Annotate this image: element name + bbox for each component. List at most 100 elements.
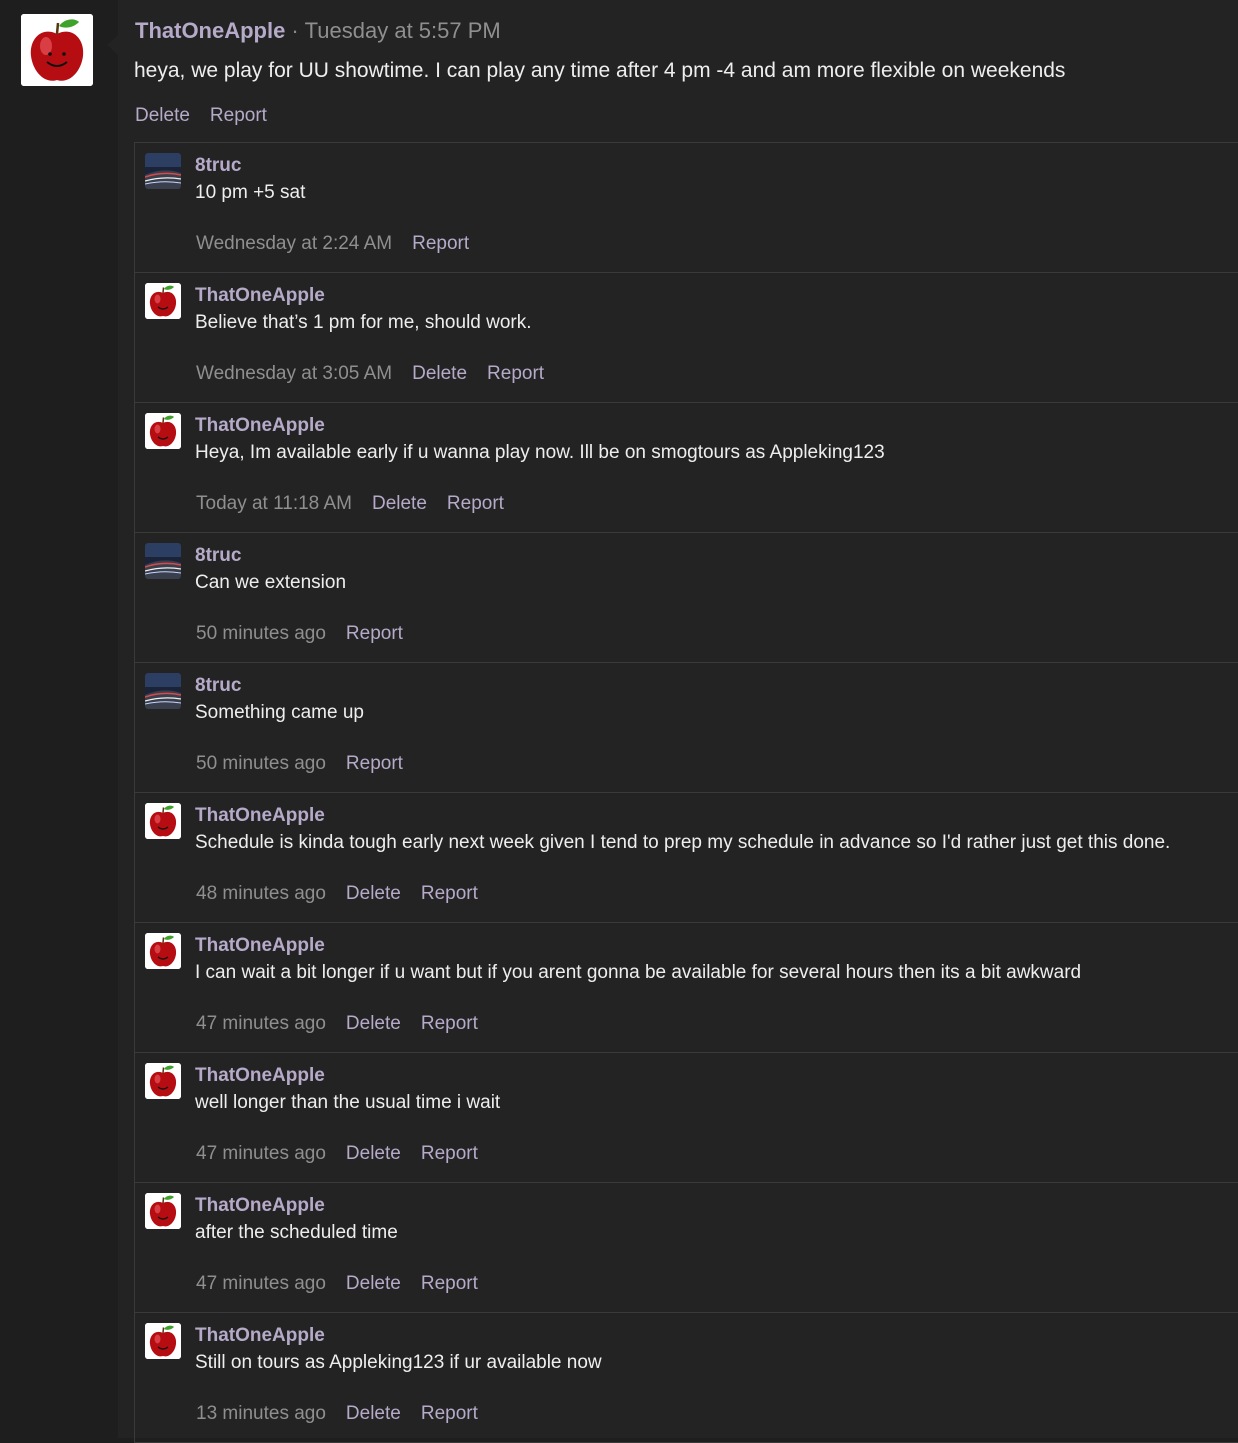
- comment-author-name[interactable]: ThatOneApple: [195, 1065, 325, 1087]
- post-author-avatar[interactable]: [21, 14, 93, 86]
- comment-report-link[interactable]: Report: [487, 363, 544, 384]
- comment-item: ThatOneApple after the scheduled time 47 m…: [135, 1183, 1238, 1313]
- comment-timestamp[interactable]: 47 minutes ago: [196, 1143, 326, 1164]
- comment-timestamp[interactable]: 48 minutes ago: [196, 883, 326, 904]
- comment-item: ThatOneApple Schedule is kinda tough earl…: [135, 793, 1238, 923]
- comment-delete-link[interactable]: Delete: [412, 363, 467, 384]
- comment-item: ThatOneApple Believe that’s 1 pm for me, …: [135, 273, 1238, 403]
- comment-report-link[interactable]: Report: [447, 493, 504, 514]
- comment-report-link[interactable]: Report: [412, 233, 469, 254]
- comment-report-link[interactable]: Report: [346, 623, 403, 644]
- comment-delete-link[interactable]: Delete: [372, 493, 427, 514]
- road-avatar-icon: [145, 153, 181, 189]
- comment-author-name[interactable]: ThatOneApple: [195, 935, 325, 957]
- left-gutter: [0, 0, 118, 1438]
- comment-item: ThatOneApple I can wait a bit longer if u…: [135, 923, 1238, 1053]
- comment-timestamp[interactable]: 47 minutes ago: [196, 1273, 326, 1294]
- comment-text: Heya, Im available early if u wanna play…: [195, 442, 885, 463]
- comment-author-name[interactable]: ThatOneApple: [195, 805, 325, 827]
- comment-report-link[interactable]: Report: [421, 883, 478, 904]
- comment-meta: 50 minutes ago Report: [196, 623, 423, 645]
- comment-author-avatar[interactable]: [145, 1063, 181, 1099]
- apple-avatar-icon: [145, 933, 181, 969]
- comment-timestamp[interactable]: 50 minutes ago: [196, 623, 326, 644]
- comment-text: Something came up: [195, 702, 364, 723]
- comment-timestamp[interactable]: Wednesday at 3:05 AM: [196, 363, 392, 384]
- comment-author-avatar[interactable]: [145, 413, 181, 449]
- comment-delete-link[interactable]: Delete: [346, 1013, 401, 1034]
- comment-author-name[interactable]: ThatOneApple: [195, 285, 325, 307]
- comment-text: Can we extension: [195, 572, 347, 593]
- post-header-separator: ·: [291, 18, 299, 43]
- comment-delete-link[interactable]: Delete: [346, 883, 401, 904]
- comment-meta: 47 minutes ago Delete Report: [196, 1143, 498, 1165]
- apple-avatar-icon: [145, 803, 181, 839]
- comment-item: 8truc 10 pm +5 sat Wednesday at 2:24 AM Rep…: [135, 143, 1238, 273]
- post-timestamp[interactable]: Tuesday at 5:57 PM: [305, 18, 501, 43]
- comment-meta: 50 minutes ago Report: [196, 753, 423, 775]
- comment-timestamp[interactable]: Wednesday at 2:24 AM: [196, 233, 392, 254]
- comment-author-avatar[interactable]: [145, 543, 181, 579]
- comment-text: I can wait a bit longer if u want but if…: [195, 962, 1082, 983]
- comment-text: after the scheduled time: [195, 1222, 398, 1243]
- comment-report-link[interactable]: Report: [346, 753, 403, 774]
- comment-delete-link[interactable]: Delete: [346, 1273, 401, 1294]
- comment-report-link[interactable]: Report: [421, 1143, 478, 1164]
- comment-meta: 13 minutes ago Delete Report: [196, 1403, 498, 1425]
- apple-avatar-icon: [21, 14, 93, 86]
- comment-report-link[interactable]: Report: [421, 1403, 478, 1424]
- comment-report-link[interactable]: Report: [421, 1013, 478, 1034]
- apple-avatar-icon: [145, 283, 181, 319]
- apple-avatar-icon: [145, 413, 181, 449]
- comment-item: ThatOneApple Still on tours as Appleking1…: [135, 1313, 1238, 1443]
- road-avatar-icon: [145, 543, 181, 579]
- comment-item: ThatOneApple Heya, Im available early if …: [135, 403, 1238, 533]
- comment-meta: 48 minutes ago Delete Report: [196, 883, 498, 905]
- comment-text: Believe that’s 1 pm for me, should work.: [195, 312, 532, 333]
- comment-author-avatar[interactable]: [145, 673, 181, 709]
- comment-author-avatar[interactable]: [145, 153, 181, 189]
- comment-meta: 47 minutes ago Delete Report: [196, 1013, 498, 1035]
- comment-meta: Wednesday at 3:05 AM Delete Report: [196, 363, 564, 385]
- comment-author-avatar[interactable]: [145, 803, 181, 839]
- comment-author-name[interactable]: 8truc: [195, 155, 241, 177]
- comment-meta: Today at 11:18 AM Delete Report: [196, 493, 524, 515]
- comment-author-name[interactable]: 8truc: [195, 545, 241, 567]
- post-actions: Delete Report: [135, 105, 287, 127]
- comment-author-name[interactable]: ThatOneApple: [195, 1325, 325, 1347]
- comment-timestamp[interactable]: Today at 11:18 AM: [196, 493, 352, 514]
- post-header: ThatOneApple · Tuesday at 5:57 PM: [135, 18, 501, 44]
- post-author-name[interactable]: ThatOneApple: [135, 18, 285, 43]
- comment-author-name[interactable]: ThatOneApple: [195, 1195, 325, 1217]
- comment-text: Still on tours as Appleking123 if ur ava…: [195, 1352, 602, 1373]
- comment-delete-link[interactable]: Delete: [346, 1403, 401, 1424]
- apple-avatar-icon: [145, 1323, 181, 1359]
- comment-meta: Wednesday at 2:24 AM Report: [196, 233, 489, 255]
- comment-meta: 47 minutes ago Delete Report: [196, 1273, 498, 1295]
- comment-author-avatar[interactable]: [145, 283, 181, 319]
- panel-pointer: [107, 35, 118, 55]
- comment-item: 8truc Can we extension 50 minutes ago Repor…: [135, 533, 1238, 663]
- comment-list: 8truc 10 pm +5 sat Wednesday at 2:24 AM Rep…: [134, 142, 1238, 1443]
- comment-timestamp[interactable]: 47 minutes ago: [196, 1013, 326, 1034]
- comment-text: Schedule is kinda tough early next week …: [195, 832, 1171, 853]
- comment-text: 10 pm +5 sat: [195, 182, 306, 203]
- apple-avatar-icon: [145, 1063, 181, 1099]
- post-message: heya, we play for UU showtime. I can pla…: [134, 59, 1066, 82]
- road-avatar-icon: [145, 673, 181, 709]
- comment-report-link[interactable]: Report: [421, 1273, 478, 1294]
- apple-avatar-icon: [145, 1193, 181, 1229]
- post-report-link[interactable]: Report: [210, 105, 267, 126]
- comment-timestamp[interactable]: 13 minutes ago: [196, 1403, 326, 1424]
- comment-item: 8truc Something came up 50 minutes ago Repo…: [135, 663, 1238, 793]
- comment-timestamp[interactable]: 50 minutes ago: [196, 753, 326, 774]
- comment-author-avatar[interactable]: [145, 1323, 181, 1359]
- comment-author-name[interactable]: 8truc: [195, 675, 241, 697]
- comment-author-avatar[interactable]: [145, 933, 181, 969]
- post-delete-link[interactable]: Delete: [135, 105, 190, 126]
- comment-delete-link[interactable]: Delete: [346, 1143, 401, 1164]
- comment-author-avatar[interactable]: [145, 1193, 181, 1229]
- comment-text: well longer than the usual time i wait: [195, 1092, 501, 1113]
- comment-author-name[interactable]: ThatOneApple: [195, 415, 325, 437]
- comment-item: ThatOneApple well longer than the usual t…: [135, 1053, 1238, 1183]
